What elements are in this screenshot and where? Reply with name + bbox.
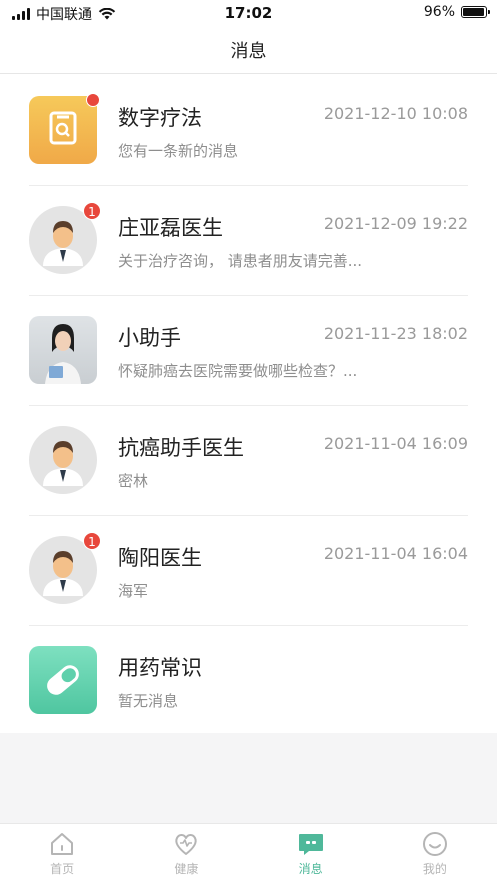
- message-time: 2021-11-04 16:09: [323, 434, 468, 453]
- message-preview: 怀疑肺癌去医院需要做哪些检查？...: [118, 362, 358, 380]
- message-item[interactable]: 数字疗法 2021-12-10 10:08 您有一条新的消息: [29, 76, 468, 186]
- status-right: 96%: [423, 4, 490, 20]
- page-title: 消息: [230, 40, 267, 62]
- message-preview: 海军: [118, 582, 149, 600]
- message-name: 陶阳医生: [118, 546, 202, 570]
- heart-icon: [175, 834, 198, 855]
- pill-icon: [29, 646, 97, 714]
- message-item[interactable]: 抗癌助手医生 2021-11-04 16:09 密林: [29, 406, 468, 516]
- tab-profile[interactable]: 我的: [373, 824, 497, 883]
- empty-area: [0, 733, 497, 823]
- battery-fill: [463, 8, 485, 16]
- message-preview: 密林: [118, 472, 149, 490]
- home-icon: [51, 833, 74, 855]
- tab-messages[interactable]: 消息: [249, 824, 373, 883]
- tab-label: 首页: [50, 862, 75, 876]
- message-name: 庄亚磊医生: [118, 216, 223, 240]
- unread-badge: 1: [83, 532, 101, 550]
- status-time: 17:02: [224, 4, 273, 22]
- digital-therapy-icon: [29, 96, 97, 164]
- avatar-wrap: 1: [29, 532, 101, 604]
- message-item[interactable]: 1 庄亚磊医生 2021-12-09 19:22 关于治疗咨询， 请患者朋友请完…: [29, 186, 468, 296]
- unread-dot: [86, 93, 100, 107]
- tab-label: 我的: [422, 862, 447, 876]
- message-time: 2021-11-04 16:04: [323, 544, 468, 563]
- status-bar: 中国联通 17:02 96%: [0, 0, 497, 26]
- tab-health[interactable]: 健康: [124, 824, 248, 883]
- tab-bar: 首页 健康 消息 我的: [0, 823, 497, 883]
- message-time: 2021-11-23 18:02: [323, 324, 468, 343]
- avatar-wrap: 1: [29, 202, 101, 274]
- avatar-wrap: [29, 93, 100, 164]
- message-name: 抗癌助手医生: [118, 436, 244, 460]
- message-time: 2021-12-09 19:22: [323, 214, 468, 233]
- message-icon: [298, 834, 323, 855]
- avatar-wrap: [29, 426, 97, 494]
- doctor-avatar: [29, 426, 97, 494]
- message-item[interactable]: 小助手 2021-11-23 18:02 怀疑肺癌去医院需要做哪些检查？...: [29, 296, 468, 406]
- battery-percent: 96%: [423, 4, 455, 20]
- assistant-photo: [29, 316, 97, 384]
- message-item[interactable]: 用药常识 暂无消息: [29, 626, 468, 736]
- message-time: 2021-12-10 10:08: [323, 104, 468, 123]
- message-preview: 暂无消息: [118, 692, 179, 710]
- message-name: 小助手: [118, 326, 181, 350]
- nav-bar: 消息: [0, 26, 497, 74]
- message-list: 数字疗法 2021-12-10 10:08 您有一条新的消息 1 庄亚磊医生 2…: [0, 76, 497, 736]
- unread-badge: 1: [83, 202, 101, 220]
- message-preview: 关于治疗咨询， 请患者朋友请完善...: [118, 252, 363, 270]
- message-name: 数字疗法: [118, 106, 202, 130]
- profile-icon: [422, 832, 447, 856]
- tab-label: 健康: [174, 862, 199, 876]
- avatar-wrap: [29, 646, 97, 714]
- message-preview: 您有一条新的消息: [118, 142, 239, 160]
- message-item[interactable]: 1 陶阳医生 2021-11-04 16:04 海军: [29, 516, 468, 626]
- tab-label: 消息: [298, 862, 323, 876]
- battery-icon: [461, 6, 490, 18]
- tab-home[interactable]: 首页: [0, 824, 124, 883]
- message-name: 用药常识: [118, 656, 202, 680]
- avatar-wrap: [29, 316, 97, 384]
